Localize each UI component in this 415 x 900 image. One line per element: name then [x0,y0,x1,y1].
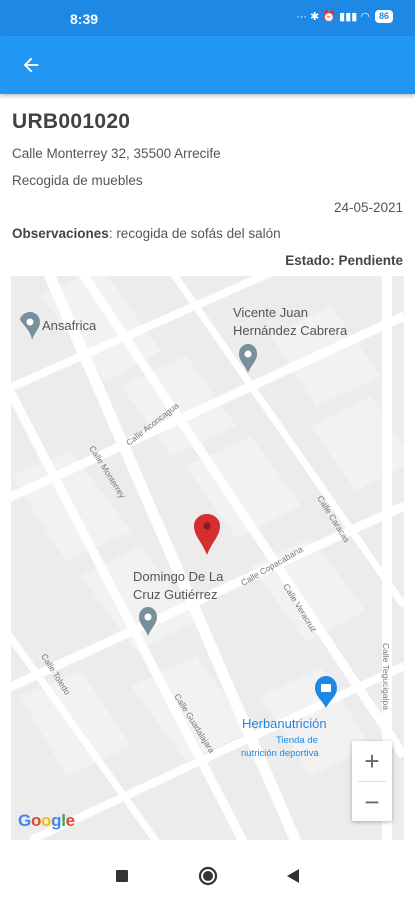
map-view[interactable]: Calle Aconcagua Calle Monterrey Calle Ca… [11,276,404,840]
zoom-in-button[interactable]: + [352,741,392,781]
observations-text: : recogida de sofás del salón [108,226,281,241]
logo-letter-e: e [65,811,75,830]
logo-letter-o2: o [41,811,52,830]
poi-herbanutricion-label: Herbanutrición [242,716,327,731]
map-canvas[interactable]: Calle Aconcagua Calle Monterrey Calle Ca… [11,276,404,840]
zoom-out-button[interactable]: − [352,782,392,822]
poi-ansafrica-label: Ansafrica [42,318,97,333]
google-logo: Google [18,811,75,831]
order-date: 24-05-2021 [333,200,403,215]
back-button[interactable] [12,46,50,84]
order-status: Estado: Pendiente [285,253,403,268]
poi-herbanutricion-sub-2: nutrición deportiva [241,748,319,759]
home-button[interactable] [196,864,220,888]
order-service: Recogida de muebles [12,173,143,188]
order-address: Calle Monterrey 32, 35500 Arrecife [12,146,221,161]
status-icons-glyphs: ··· ✱ ⏰ ▮▮▮ ◠ [296,11,370,23]
poi-vicente-label-1: Vicente Juan [233,305,308,320]
logo-letter-g2: g [51,811,62,830]
battery-icon: 86 [374,10,393,23]
status-icons: ··· ✱ ⏰ ▮▮▮ ◠ 86 [296,10,393,23]
poi-herbanutricion-sub-1: Tienda de [276,735,318,746]
poi-domingo-label-1: Domingo De La [133,569,224,584]
system-nav-bar [0,850,415,900]
logo-letter-g: G [18,811,31,830]
circle-home-icon [198,866,218,886]
recent-apps-button[interactable] [110,864,134,888]
street-tegucigalpa: Calle Tegucigalpa [381,643,391,710]
arrow-back-icon [23,57,39,73]
logo-letter-o1: o [30,811,42,830]
app-bar [0,36,415,94]
status-time: 8:39 [70,11,99,27]
zoom-controls: + − [352,741,392,821]
triangle-back-icon [287,869,299,883]
order-observations: Observaciones: recogida de sofás del sal… [12,226,281,241]
poi-domingo-label-2: Cruz Gutiérrez [133,587,218,602]
order-code: URB001020 [12,110,131,133]
poi-vicente-label-2: Hernández Cabrera [233,323,348,338]
square-icon [116,870,128,882]
status-bar: 8:39 ··· ✱ ⏰ ▮▮▮ ◠ 86 [0,0,415,36]
observations-label: Observaciones [12,226,109,241]
system-back-button[interactable] [281,864,305,888]
